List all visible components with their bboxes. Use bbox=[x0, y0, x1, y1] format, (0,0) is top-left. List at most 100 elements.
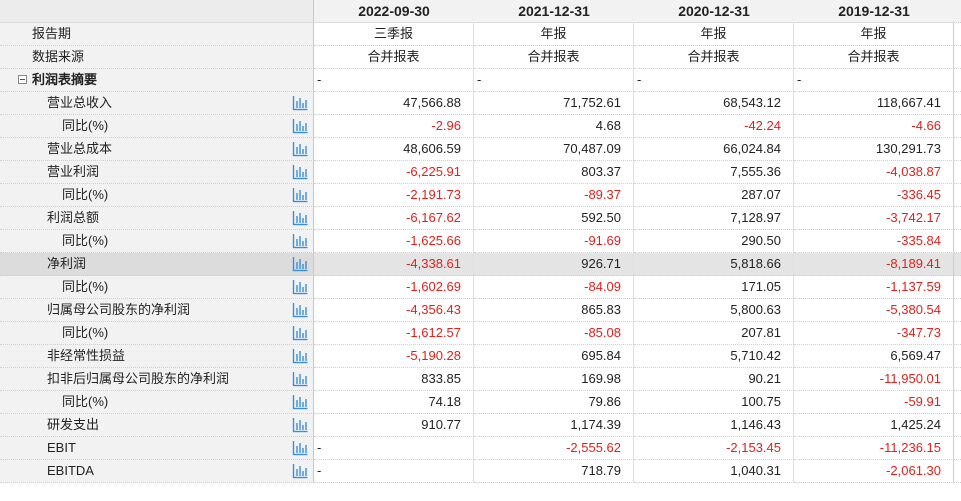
bar-chart-icon[interactable] bbox=[292, 187, 308, 203]
data-source-label: 数据来源 bbox=[0, 46, 314, 69]
value-cell: 171.05 bbox=[634, 276, 794, 299]
value-cell: 1,425.24 bbox=[794, 414, 954, 437]
value-cell: 592.50 bbox=[474, 207, 634, 230]
value-cell: -1,602.69 bbox=[314, 276, 474, 299]
bar-chart-icon[interactable] bbox=[292, 95, 308, 111]
row-label: 营业总成本 bbox=[47, 141, 113, 156]
row-label: 营业利润 bbox=[47, 164, 100, 179]
value-cell: -1,137.59 bbox=[794, 276, 954, 299]
value-cell: 207.81 bbox=[634, 322, 794, 345]
row-edge bbox=[954, 460, 961, 483]
row-edge bbox=[954, 92, 961, 115]
bar-chart-icon[interactable] bbox=[292, 348, 308, 364]
value-cell: -42.24 bbox=[634, 115, 794, 138]
row-edge bbox=[954, 46, 961, 69]
row-label: 净利润 bbox=[47, 256, 87, 271]
value-cell: 695.84 bbox=[474, 345, 634, 368]
bar-chart-icon[interactable] bbox=[292, 302, 308, 318]
column-date[interactable]: 2021-12-31 bbox=[474, 0, 634, 23]
value-cell: 910.77 bbox=[314, 414, 474, 437]
value-cell: 290.50 bbox=[634, 230, 794, 253]
data-source: 合并报表 bbox=[474, 46, 634, 69]
row-label: 归属母公司股东的净利润 bbox=[47, 302, 191, 317]
bar-chart-icon[interactable] bbox=[292, 371, 308, 387]
row-edge bbox=[954, 230, 961, 253]
bar-chart-icon[interactable] bbox=[292, 463, 308, 479]
column-date[interactable]: 2020-12-31 bbox=[634, 0, 794, 23]
income-statement-table: 2022-09-30 2021-12-31 2020-12-31 2019-12… bbox=[0, 0, 961, 483]
row-edge bbox=[954, 299, 961, 322]
value-cell: 90.21 bbox=[634, 368, 794, 391]
bar-chart-icon[interactable] bbox=[292, 118, 308, 134]
value-cell: 100.75 bbox=[634, 391, 794, 414]
minus-square-icon[interactable] bbox=[18, 75, 27, 84]
value-cell: -4,338.61 bbox=[314, 253, 474, 276]
section-profit-summary[interactable]: 利润表摘要 bbox=[0, 69, 314, 92]
value-cell: -89.37 bbox=[474, 184, 634, 207]
bar-chart-icon[interactable] bbox=[292, 210, 308, 226]
value-cell: 68,543.12 bbox=[634, 92, 794, 115]
bar-chart-icon[interactable] bbox=[292, 256, 308, 272]
value-cell: -2,153.45 bbox=[634, 437, 794, 460]
value-cell: 47,566.88 bbox=[314, 92, 474, 115]
value-cell: -4.66 bbox=[794, 115, 954, 138]
value-cell: -6,225.91 bbox=[314, 161, 474, 184]
row-edge bbox=[954, 276, 961, 299]
bar-chart-icon[interactable] bbox=[292, 233, 308, 249]
section-value: - bbox=[314, 69, 474, 92]
data-source: 合并报表 bbox=[794, 46, 954, 69]
report-type: 年报 bbox=[634, 23, 794, 46]
bar-chart-icon[interactable] bbox=[292, 417, 308, 433]
value-cell: 926.71 bbox=[474, 253, 634, 276]
value-cell: -2,061.30 bbox=[794, 460, 954, 483]
row-label-cell: 同比(%) bbox=[0, 276, 314, 299]
row-label-cell: EBITDA bbox=[0, 460, 314, 483]
value-cell: 803.37 bbox=[474, 161, 634, 184]
row-edge bbox=[954, 414, 961, 437]
row-edge bbox=[954, 391, 961, 414]
column-date[interactable]: 2022-09-30 bbox=[314, 0, 474, 23]
value-cell: 48,606.59 bbox=[314, 138, 474, 161]
row-label: 同比(%) bbox=[62, 233, 109, 248]
bar-chart-icon[interactable] bbox=[292, 279, 308, 295]
column-date[interactable]: 2019-12-31 bbox=[794, 0, 954, 23]
row-edge bbox=[954, 207, 961, 230]
section-value: - bbox=[794, 69, 954, 92]
row-label: 同比(%) bbox=[62, 325, 109, 340]
row-label: 同比(%) bbox=[62, 394, 109, 409]
value-cell: 79.86 bbox=[474, 391, 634, 414]
row-edge bbox=[954, 161, 961, 184]
value-cell: 71,752.61 bbox=[474, 92, 634, 115]
value-cell: -4,038.87 bbox=[794, 161, 954, 184]
value-cell: - bbox=[314, 437, 474, 460]
row-edge bbox=[954, 138, 961, 161]
value-cell: -84.09 bbox=[474, 276, 634, 299]
value-cell: 718.79 bbox=[474, 460, 634, 483]
value-cell: -5,380.54 bbox=[794, 299, 954, 322]
row-label-cell: 营业利润 bbox=[0, 161, 314, 184]
value-cell: 287.07 bbox=[634, 184, 794, 207]
row-label-cell: 同比(%) bbox=[0, 230, 314, 253]
value-cell: -11,236.15 bbox=[794, 437, 954, 460]
value-cell: 7,555.36 bbox=[634, 161, 794, 184]
row-label-cell: 利润总额 bbox=[0, 207, 314, 230]
bar-chart-icon[interactable] bbox=[292, 394, 308, 410]
bar-chart-icon[interactable] bbox=[292, 164, 308, 180]
value-cell: 5,710.42 bbox=[634, 345, 794, 368]
row-edge bbox=[954, 437, 961, 460]
value-cell: 7,128.97 bbox=[634, 207, 794, 230]
row-edge bbox=[954, 322, 961, 345]
bar-chart-icon[interactable] bbox=[292, 440, 308, 456]
row-label: 研发支出 bbox=[47, 417, 100, 432]
row-label-cell: 同比(%) bbox=[0, 391, 314, 414]
row-label-cell: 营业总成本 bbox=[0, 138, 314, 161]
value-cell: - bbox=[314, 460, 474, 483]
value-cell: -2,191.73 bbox=[314, 184, 474, 207]
section-value: - bbox=[634, 69, 794, 92]
value-cell: 66,024.84 bbox=[634, 138, 794, 161]
row-label-cell: 研发支出 bbox=[0, 414, 314, 437]
bar-chart-icon[interactable] bbox=[292, 141, 308, 157]
value-cell: -91.69 bbox=[474, 230, 634, 253]
value-cell: 169.98 bbox=[474, 368, 634, 391]
bar-chart-icon[interactable] bbox=[292, 325, 308, 341]
